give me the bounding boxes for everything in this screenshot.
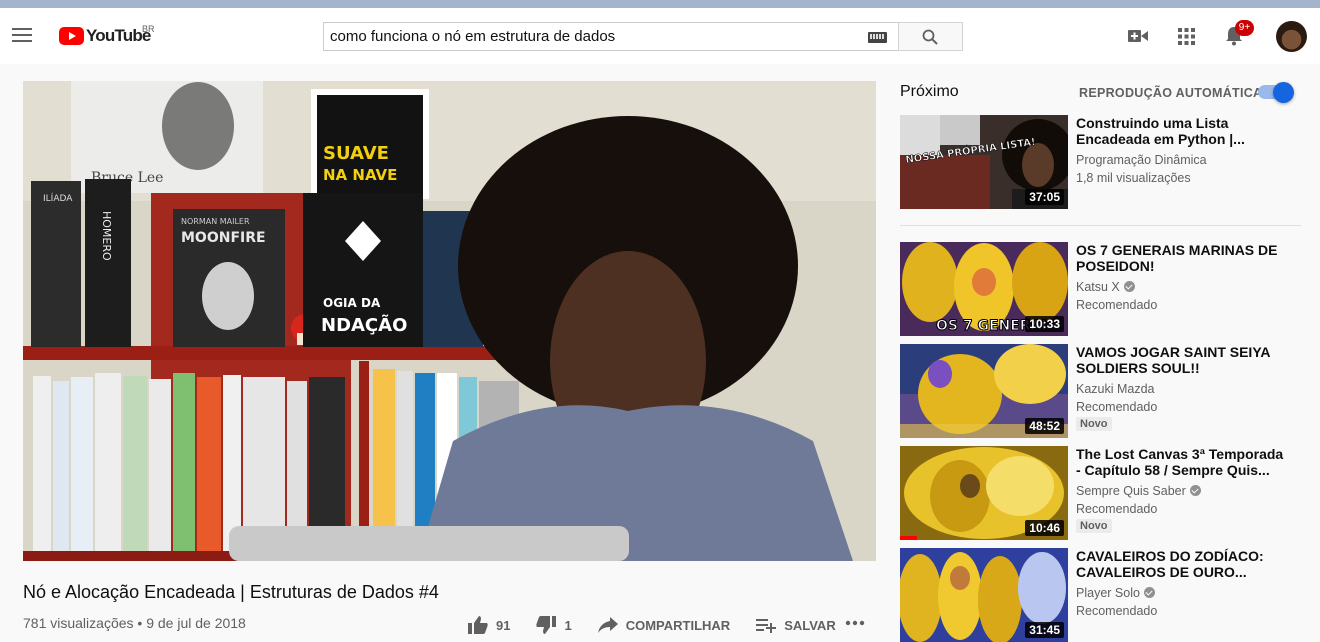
channel-row[interactable]: Katsu X bbox=[1076, 278, 1135, 296]
watch-progress-bar bbox=[900, 536, 917, 540]
dislike-button[interactable]: 1 bbox=[536, 616, 572, 634]
menu-icon[interactable] bbox=[12, 24, 34, 48]
video-thumbnail[interactable]: 48:52 bbox=[900, 344, 1068, 438]
browser-top-strip bbox=[0, 0, 1320, 8]
upload-date: 9 de jul de 2018 bbox=[146, 615, 246, 631]
notification-badge: 9+ bbox=[1235, 20, 1254, 36]
duration-badge: 37:05 bbox=[1025, 189, 1064, 205]
recommended-title[interactable]: CAVALEIROS DO ZODÍACO: CAVALEIROS DE OUR… bbox=[1076, 548, 1291, 580]
recommended-video[interactable]: 48:52 VAMOS JOGAR SAINT SEIYA SOLDIERS S… bbox=[900, 344, 1310, 438]
dislike-count: 1 bbox=[564, 617, 572, 633]
autoplay-label: REPRODUÇÃO AUTOMÁTICA bbox=[1079, 86, 1263, 100]
up-next-heading: Próximo bbox=[900, 83, 959, 100]
video-title: Nó e Alocação Encadeada | Estruturas de … bbox=[23, 582, 439, 602]
video-thumbnail[interactable]: OS 7 GENERAI 10:33 bbox=[900, 242, 1068, 336]
channel-row[interactable]: Sempre Quis Saber bbox=[1076, 482, 1201, 500]
duration-badge: 10:33 bbox=[1025, 316, 1064, 332]
recommended-title[interactable]: Construindo uma Lista Encadeada em Pytho… bbox=[1076, 115, 1291, 147]
avatar[interactable] bbox=[1276, 21, 1307, 52]
masthead: YouTube BR 9+ bbox=[0, 8, 1320, 64]
autoplay-toggle-knob[interactable] bbox=[1273, 82, 1294, 103]
recommendation-reason: Recomendado bbox=[1076, 298, 1158, 312]
search-button[interactable] bbox=[898, 22, 963, 51]
save-label: SALVAR bbox=[784, 617, 836, 633]
view-count: 1,8 mil visualizações bbox=[1076, 171, 1191, 185]
recommended-video[interactable]: 10:46 The Lost Canvas 3ª Temporada - Cap… bbox=[900, 446, 1310, 540]
apps-grid-icon[interactable] bbox=[1178, 28, 1195, 45]
video-player[interactable]: Bruce Lee SUAVE NA NAVE ILÍADA HOMERO NO… bbox=[23, 81, 876, 561]
channel-name[interactable]: Programação Dinâmica bbox=[1076, 151, 1207, 169]
book-partial-text-2: NDAÇÃO bbox=[321, 313, 407, 336]
create-video-icon[interactable] bbox=[1128, 28, 1148, 44]
search-icon bbox=[922, 29, 938, 45]
verified-icon bbox=[1143, 587, 1155, 598]
book-spine-text-2: HOMERO bbox=[100, 211, 113, 261]
verified-icon bbox=[1189, 485, 1201, 496]
share-label: COMPARTILHAR bbox=[625, 617, 731, 633]
recommended-video[interactable]: 31:45 CAVALEIROS DO ZODÍACO: CAVALEIROS … bbox=[900, 548, 1310, 642]
book-title-text: MOONFIRE bbox=[181, 230, 266, 246]
duration-badge: 48:52 bbox=[1025, 418, 1064, 434]
video-thumbnail[interactable]: 10:46 bbox=[900, 446, 1068, 540]
channel-row[interactable]: Player Solo bbox=[1076, 584, 1155, 602]
channel-name[interactable]: Kazuki Mazda bbox=[1076, 380, 1155, 398]
video-thumbnail[interactable]: NOSSA PRÓPRIA LISTA! 37:05 bbox=[900, 115, 1068, 209]
recommended-video[interactable]: NOSSA PRÓPRIA LISTA! 37:05 Construindo u… bbox=[900, 115, 1310, 209]
share-icon bbox=[597, 617, 618, 633]
keyboard-icon[interactable] bbox=[868, 32, 887, 43]
book-partial-text-1: OGIA DA bbox=[323, 296, 381, 310]
search-box bbox=[323, 22, 899, 51]
channel-name[interactable]: Katsu X bbox=[1076, 280, 1120, 294]
youtube-logo[interactable]: YouTube bbox=[59, 26, 151, 46]
sticker-text-1: SUAVE bbox=[323, 143, 389, 164]
section-divider bbox=[900, 225, 1301, 226]
thumbs-up-icon bbox=[468, 616, 488, 634]
meta-separator: • bbox=[137, 615, 147, 631]
duration-badge: 31:45 bbox=[1025, 622, 1064, 638]
recommended-title[interactable]: The Lost Canvas 3ª Temporada - Capítulo … bbox=[1076, 446, 1291, 478]
video-frame: Bruce Lee SUAVE NA NAVE ILÍADA HOMERO NO… bbox=[23, 81, 876, 561]
channel-name[interactable]: Sempre Quis Saber bbox=[1076, 484, 1186, 498]
youtube-play-icon bbox=[59, 27, 84, 45]
recommended-title[interactable]: OS 7 GENERAIS MARINAS DE POSEIDON! bbox=[1076, 242, 1291, 274]
recommended-title[interactable]: VAMOS JOGAR SAINT SEIYA SOLDIERS SOUL!! bbox=[1076, 344, 1291, 376]
channel-name[interactable]: Player Solo bbox=[1076, 586, 1140, 600]
recommendation-reason: Recomendado bbox=[1076, 502, 1158, 516]
more-actions-icon[interactable] bbox=[845, 620, 865, 626]
thumbs-down-icon bbox=[536, 616, 557, 634]
save-button[interactable]: SALVAR bbox=[756, 617, 836, 633]
recommendation-reason: Recomendado bbox=[1076, 604, 1158, 618]
verified-icon bbox=[1123, 281, 1135, 292]
logo-text: YouTube bbox=[86, 26, 151, 45]
recommendation-reason: Recomendado bbox=[1076, 400, 1158, 414]
video-thumbnail[interactable]: 31:45 bbox=[900, 548, 1068, 642]
add-to-playlist-icon bbox=[756, 619, 777, 633]
share-button[interactable]: COMPARTILHAR bbox=[597, 617, 731, 633]
new-badge: Novo bbox=[1076, 417, 1112, 431]
view-count: 781 visualizações bbox=[23, 615, 134, 631]
book-spine-text-1: ILÍADA bbox=[43, 192, 73, 204]
search-input[interactable] bbox=[330, 28, 850, 45]
book-author-text: NORMAN MAILER bbox=[181, 217, 250, 226]
country-code: BR bbox=[142, 24, 155, 34]
video-view-info: 781 visualizações • 9 de jul de 2018 bbox=[23, 615, 246, 631]
duration-badge: 10:46 bbox=[1025, 520, 1064, 536]
new-badge: Novo bbox=[1076, 519, 1112, 533]
like-count: 91 bbox=[496, 617, 511, 633]
video-actions: 91 1 COMPARTILHAR SALVAR bbox=[468, 616, 862, 634]
like-button[interactable]: 91 bbox=[468, 616, 510, 634]
recommended-video[interactable]: OS 7 GENERAI 10:33 OS 7 GENERAIS MARINAS… bbox=[900, 242, 1310, 336]
